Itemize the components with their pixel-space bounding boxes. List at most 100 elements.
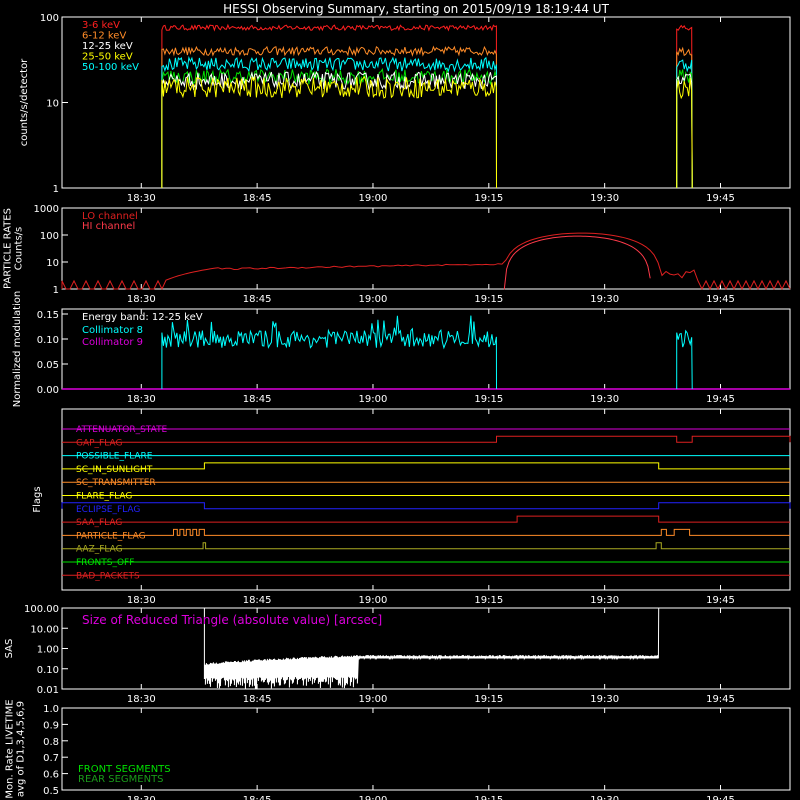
x-tick-label: 19:15	[474, 193, 503, 204]
y-tick-label: 10	[46, 258, 59, 269]
hessi-summary-figure: HESSI Observing Summary, starting on 201…	[3, 2, 791, 800]
plot-frame	[61, 408, 791, 591]
x-tick-label: 19:45	[706, 394, 735, 405]
x-tick-label: 19:30	[590, 595, 619, 606]
x-tick-label: 19:45	[706, 795, 735, 800]
flag-label: PARTICLE_FLAG	[76, 531, 146, 541]
x-tick-label: 19:00	[359, 694, 388, 705]
flag-line	[62, 542, 790, 550]
x-tick-label: 19:45	[706, 694, 735, 705]
x-tick-label: 19:15	[474, 394, 503, 405]
y-tick-label: 1.00	[37, 645, 59, 656]
y-tick-label: 1000	[34, 204, 59, 215]
x-tick-label: 18:30	[127, 394, 156, 405]
x-tick-label: 18:30	[127, 595, 156, 606]
legend-entry: 50-100 keV	[82, 62, 139, 73]
panel-modulation: 18:30 18:45 19:00 19:15 19:30 19:45 0.00 0.05 0.…	[12, 291, 791, 408]
x-tick-label: 19:00	[359, 595, 388, 606]
legend-entry: REAR SEGMENTS	[78, 774, 164, 785]
y-axis-label: avg of D1,3,4,5,6,9	[16, 701, 27, 797]
x-tick-label: 19:00	[359, 193, 388, 204]
x-tick-label: 18:45	[243, 294, 272, 305]
x-tick-label: 18:45	[243, 394, 272, 405]
flag-label: FRONTS_OFF	[76, 558, 134, 568]
legend-entry: 6-12 keV	[82, 31, 126, 42]
y-tick-label: 10	[46, 99, 59, 110]
x-tick-label: 19:00	[359, 394, 388, 405]
series-line	[676, 329, 693, 390]
y-tick-label: 1	[53, 184, 59, 195]
legend-entry: 12-25 keV	[82, 41, 133, 52]
y-tick-label: 1.0	[43, 704, 59, 715]
y-tick-label: 100.00	[24, 604, 59, 615]
x-tick-label: 19:15	[474, 294, 503, 305]
series-line	[61, 232, 791, 291]
y-tick-label: 0.01	[37, 685, 59, 696]
legend-entry: Collimator 8	[82, 325, 143, 336]
y-tick-label: 0.5	[43, 786, 59, 797]
y-tick-label: 0.10	[37, 665, 59, 676]
panel-sas: 18:30 18:45 19:00 19:15 19:30 19:45 0.01 0.10 1.…	[4, 604, 791, 705]
x-tick-label: 19:15	[474, 795, 503, 800]
y-axis-label: Flags	[32, 486, 43, 512]
legend-entry: Collimator 9	[82, 337, 143, 348]
y-tick-label: 0.6	[43, 770, 59, 781]
y-tick-label: 0.7	[43, 753, 59, 764]
flag-label: SC_IN_SUNLIGHT	[76, 465, 153, 475]
y-tick-label: 0.10	[37, 335, 59, 346]
y-axis-label: counts/s/detector	[19, 58, 30, 146]
y-axis-label: SAS	[4, 639, 15, 659]
flag-label: ATTENUATOR_STATE	[76, 425, 168, 435]
flag-label: FLARE_FLAG	[76, 492, 132, 502]
y-tick-label: 0.00	[37, 385, 59, 396]
y-axis-label: Normalized modulation	[12, 291, 23, 408]
x-tick-label: 18:45	[243, 193, 272, 204]
x-tick-label: 19:45	[706, 193, 735, 204]
x-tick-label: 18:45	[243, 795, 272, 800]
panels: 18:30 18:45 19:00 19:15 19:30 19:45 1 10 100 coun…	[3, 13, 791, 800]
y-tick-label: 0.8	[43, 737, 59, 748]
y-tick-label: 10.00	[30, 624, 59, 635]
sas-annotation: Size of Reduced Triangle (absolute value…	[82, 613, 382, 627]
x-tick-label: 19:30	[590, 294, 619, 305]
flag-line	[62, 462, 790, 470]
figure-title: HESSI Observing Summary, starting on 201…	[223, 2, 609, 16]
legend-entry: 3-6 keV	[82, 20, 120, 31]
flag-line	[61, 502, 791, 510]
x-tick-label: 19:15	[474, 694, 503, 705]
y-tick-label: 100	[40, 13, 59, 24]
x-tick-label: 18:30	[127, 694, 156, 705]
y-tick-label: 100	[40, 231, 59, 242]
series-line	[676, 46, 693, 189]
series-line	[161, 315, 497, 390]
panel-particle-rates: 18:30 18:45 19:00 19:15 19:30 19:45 1 10 100 1000…	[3, 204, 791, 305]
y-tick-label: 0.9	[43, 720, 59, 731]
y-axis-label: PARTICLE RATES	[3, 208, 14, 289]
x-tick-label: 19:00	[359, 294, 388, 305]
flag-label: SC_TRANSMITTER	[76, 478, 156, 488]
legend-entry: 25-50 keV	[82, 52, 133, 63]
flag-label: GAP_FLAG	[76, 438, 122, 448]
y-axis-label: Counts/s	[14, 227, 25, 271]
x-tick-label: 18:45	[243, 694, 272, 705]
series-line	[676, 78, 693, 189]
flag-line	[62, 528, 790, 536]
panel-count-rates: 18:30 18:45 19:00 19:15 19:30 19:45 1 10 100 coun…	[19, 13, 791, 204]
x-tick-label: 19:00	[359, 795, 388, 800]
energy-band-label: Energy band: 12-25 keV	[82, 312, 203, 323]
series-line	[161, 75, 497, 189]
x-tick-label: 19:30	[590, 694, 619, 705]
series-line	[676, 73, 693, 189]
series-line	[503, 235, 651, 290]
y-tick-label: 0.15	[37, 310, 59, 321]
panel-flags: 18:30 18:45 19:00 19:15 19:30 19:45 Flags ATTEN…	[32, 408, 791, 606]
x-tick-label: 19:45	[706, 595, 735, 606]
y-tick-label: 0.05	[37, 360, 59, 371]
y-tick-label: 1	[53, 285, 59, 296]
x-tick-label: 19:45	[706, 294, 735, 305]
flag-label: ECLIPSE_FLAG	[76, 505, 140, 515]
x-tick-label: 18:30	[127, 795, 156, 800]
x-tick-label: 19:30	[590, 394, 619, 405]
flag-line	[62, 435, 791, 443]
plot-frame	[61, 16, 791, 189]
